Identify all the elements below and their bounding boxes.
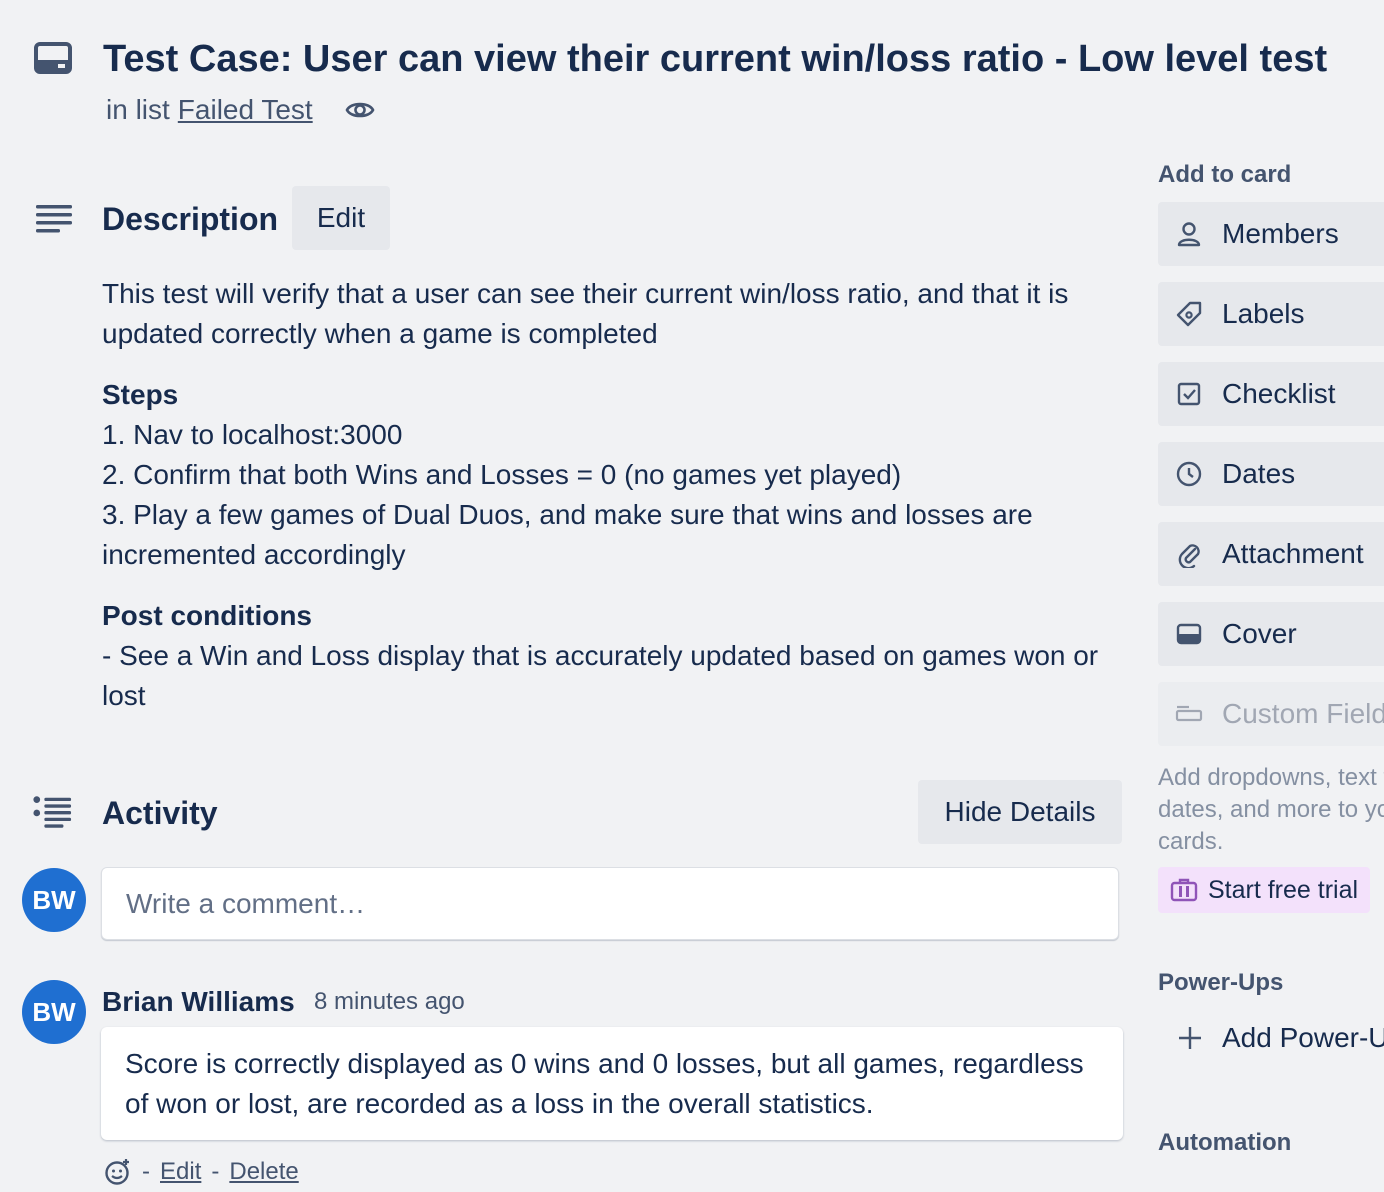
step-item: 3. Play a few games of Dual Duos, and ma… xyxy=(102,499,1033,570)
add-power-ups-button[interactable]: Add Power-Ups xyxy=(1176,1022,1384,1054)
custom-fields-note-line: Add dropdowns, text fields, xyxy=(1158,764,1384,791)
checklist-label: Checklist xyxy=(1222,378,1336,409)
custom-field-icon xyxy=(1175,705,1203,722)
labels-label: Labels xyxy=(1222,298,1305,329)
avatar[interactable]: BW xyxy=(22,868,86,932)
post-conditions-heading: Post conditions xyxy=(102,600,312,631)
step-item: 1. Nav to localhost:3000 xyxy=(102,419,403,450)
activity-heading: Activity xyxy=(102,795,218,831)
dates-button[interactable]: Dates xyxy=(1158,442,1384,506)
steps-heading: Steps xyxy=(102,379,179,410)
separator: - xyxy=(211,1158,220,1185)
checkbox-icon xyxy=(1177,382,1201,406)
members-label: Members xyxy=(1222,218,1339,249)
checklist-button[interactable]: Checklist xyxy=(1158,362,1384,426)
avatar[interactable]: BW xyxy=(22,980,86,1044)
description-icon xyxy=(36,205,72,233)
custom-fields-button[interactable]: Custom Fields xyxy=(1158,682,1384,746)
card-title[interactable]: Test Case: User can view their current w… xyxy=(103,34,1373,84)
description-heading: Description xyxy=(102,201,279,237)
add-to-card-label: Add to card xyxy=(1158,161,1292,188)
person-icon xyxy=(1177,222,1201,247)
custom-fields-note-line: dates, and more to your xyxy=(1158,796,1384,823)
power-ups-label: Power-Ups xyxy=(1158,969,1284,996)
briefcase-icon xyxy=(1170,878,1198,902)
comment-timestamp[interactable]: 8 minutes ago xyxy=(314,984,465,1020)
edit-comment-link[interactable]: Edit xyxy=(160,1154,201,1190)
cover-button[interactable]: Cover xyxy=(1158,602,1384,666)
list-breadcrumb: in list Failed Test xyxy=(106,90,375,130)
attachment-button[interactable]: Attachment xyxy=(1158,522,1384,586)
plus-icon xyxy=(1179,1027,1201,1049)
comment-body: Score is correctly displayed as 0 wins a… xyxy=(101,1027,1123,1140)
hide-details-button[interactable]: Hide Details xyxy=(918,780,1122,844)
add-power-ups-label: Add Power-Ups xyxy=(1222,1022,1384,1053)
automation-label: Automation xyxy=(1158,1129,1292,1156)
comment-input[interactable] xyxy=(101,867,1119,940)
comment-author[interactable]: Brian Williams xyxy=(102,982,295,1022)
card-icon xyxy=(34,42,72,74)
description-body[interactable]: This test will verify that a user can se… xyxy=(102,274,1122,716)
custom-fields-note-line: cards. xyxy=(1158,828,1224,855)
clock-icon xyxy=(1176,461,1202,487)
attachment-label: Attachment xyxy=(1222,538,1364,569)
paperclip-icon xyxy=(1178,544,1200,568)
start-trial-label: Start free trial xyxy=(1208,875,1359,904)
tag-icon xyxy=(1176,301,1202,327)
eye-icon[interactable] xyxy=(345,95,375,125)
start-trial-button[interactable]: Start free trial xyxy=(1158,867,1370,913)
step-item: 2. Confirm that both Wins and Losses = 0… xyxy=(102,459,902,490)
separator: - xyxy=(142,1158,150,1185)
post-conditions-text: - See a Win and Loss display that is acc… xyxy=(102,640,1099,711)
list-link[interactable]: Failed Test xyxy=(178,90,313,130)
in-list-prefix: in list xyxy=(106,94,170,125)
cover-label: Cover xyxy=(1222,618,1297,649)
add-reaction-icon[interactable] xyxy=(104,1158,132,1186)
activity-icon xyxy=(33,796,72,828)
edit-description-button[interactable]: Edit xyxy=(292,186,390,250)
delete-comment-link[interactable]: Delete xyxy=(229,1154,298,1190)
labels-button[interactable]: Labels xyxy=(1158,282,1384,346)
dates-label: Dates xyxy=(1222,458,1296,489)
members-button[interactable]: Members xyxy=(1158,202,1384,266)
cover-icon xyxy=(1176,623,1202,645)
custom-fields-note: Add dropdowns, text fields, dates, and m… xyxy=(1158,762,1384,858)
custom-fields-label: Custom Fields xyxy=(1222,698,1384,729)
description-intro: This test will verify that a user can se… xyxy=(102,278,1069,349)
comment-actions: - Edit - Delete xyxy=(104,1154,299,1190)
